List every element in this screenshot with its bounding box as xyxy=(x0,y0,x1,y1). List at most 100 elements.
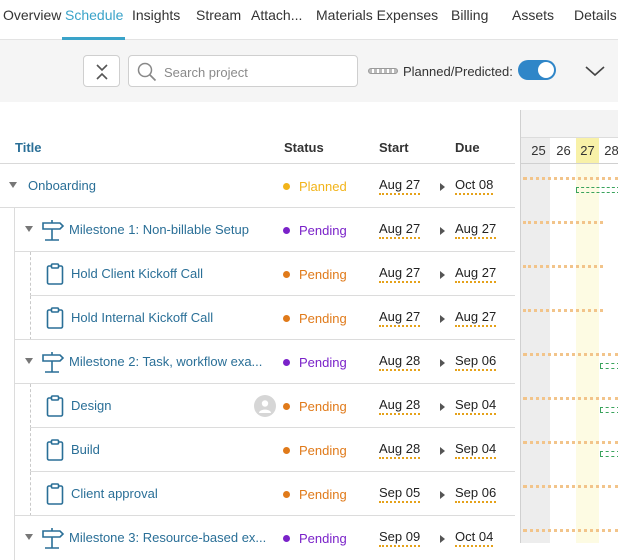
row-title[interactable]: Hold Internal Kickoff Call xyxy=(71,310,271,325)
tree-guide xyxy=(30,428,31,472)
planned-bar[interactable] xyxy=(600,407,618,413)
start-date[interactable]: Sep 09 xyxy=(379,529,421,547)
row-title[interactable]: Milestone 1: Non-billable Setup xyxy=(69,222,269,237)
table-row-task[interactable]: Design Pending Aug 28 Sep 04 xyxy=(0,384,515,428)
column-start[interactable]: Start xyxy=(379,140,409,155)
avatar[interactable] xyxy=(254,395,276,417)
predicted-track xyxy=(523,529,618,532)
table-row-milestone[interactable]: Milestone 2: Task, workflow exa... Pendi… xyxy=(0,340,515,384)
gantt-day: 26 xyxy=(556,143,571,158)
table-row-task[interactable]: Client approval Pending Sep 05 Sep 06 xyxy=(0,472,515,516)
row-title[interactable]: Client approval xyxy=(71,486,271,501)
due-date[interactable]: Sep 04 xyxy=(455,441,497,459)
status-text: Planned xyxy=(299,179,347,194)
task-clipboard-icon xyxy=(46,395,64,417)
collapse-caret-icon[interactable] xyxy=(9,182,17,188)
table-row-task[interactable]: Build Pending Aug 28 Sep 04 xyxy=(0,428,515,472)
collapse-caret-icon[interactable] xyxy=(25,534,33,540)
tab-insights[interactable]: Insights xyxy=(132,7,180,23)
planned-predicted-label: Planned/Predicted: xyxy=(403,64,513,79)
tab-stream[interactable]: Stream xyxy=(196,7,241,23)
predicted-track xyxy=(523,441,618,444)
tab-materials-expenses[interactable]: Materials Expenses xyxy=(316,7,438,23)
tab-details[interactable]: Details xyxy=(574,7,617,23)
gantt-day: 28 xyxy=(604,143,618,158)
predicted-legend-swatch xyxy=(368,68,398,74)
play-arrow-icon xyxy=(440,447,445,455)
table-row-milestone[interactable]: Milestone 1: Non-billable Setup Pending … xyxy=(0,208,515,252)
toolbar: Planned/Predicted: xyxy=(0,40,618,102)
due-date[interactable]: Aug 27 xyxy=(455,221,497,239)
tree-guide xyxy=(14,252,15,296)
gantt-month-header xyxy=(521,110,618,138)
table-row-task[interactable]: Hold Client Kickoff Call Pending Aug 27 … xyxy=(0,252,515,296)
planned-bar[interactable] xyxy=(576,187,618,193)
search-box xyxy=(128,55,358,87)
status-dot xyxy=(283,227,290,234)
play-arrow-icon xyxy=(440,359,445,367)
due-date[interactable]: Aug 27 xyxy=(455,309,497,327)
due-date[interactable]: Oct 08 xyxy=(455,177,494,195)
column-title[interactable]: Title xyxy=(15,140,42,155)
toggle-knob xyxy=(538,62,554,78)
start-date[interactable]: Sep 05 xyxy=(379,485,421,503)
start-date[interactable]: Aug 28 xyxy=(379,353,421,371)
row-title[interactable]: Design xyxy=(71,398,271,413)
schedule-grid: Title Status Start Due Onboarding Planne… xyxy=(0,102,515,560)
start-date[interactable]: Aug 27 xyxy=(379,221,421,239)
column-status[interactable]: Status xyxy=(284,140,324,155)
tree-guide xyxy=(14,208,15,252)
status-dot xyxy=(283,183,290,190)
status-text: Pending xyxy=(299,487,347,502)
tab-bar: Overview Schedule Insights Stream Attach… xyxy=(0,0,618,40)
start-date[interactable]: Aug 28 xyxy=(379,397,421,415)
collapse-caret-icon[interactable] xyxy=(25,226,33,232)
status-dot xyxy=(283,271,290,278)
weekend-shade xyxy=(521,138,550,543)
row-title[interactable]: Onboarding xyxy=(28,178,228,193)
gantt-timeline: 25 26 27 28 xyxy=(520,110,618,543)
search-input[interactable] xyxy=(164,62,349,82)
play-arrow-icon xyxy=(440,227,445,235)
table-row-milestone[interactable]: Milestone 3: Resource-based ex... Pendin… xyxy=(0,516,515,560)
row-title[interactable]: Milestone 2: Task, workflow exa... xyxy=(69,354,269,369)
due-date[interactable]: Sep 06 xyxy=(455,485,497,503)
tree-guide xyxy=(14,296,15,340)
row-title[interactable]: Build xyxy=(71,442,271,457)
collapse-all-button[interactable] xyxy=(83,55,120,87)
row-title[interactable]: Hold Client Kickoff Call xyxy=(71,266,271,281)
tree-guide xyxy=(14,428,15,472)
collapse-caret-icon[interactable] xyxy=(25,358,33,364)
table-row-task[interactable]: Hold Internal Kickoff Call Pending Aug 2… xyxy=(0,296,515,340)
due-date[interactable]: Sep 04 xyxy=(455,397,497,415)
tree-guide xyxy=(30,384,31,428)
tab-billing[interactable]: Billing xyxy=(451,7,488,23)
tab-schedule[interactable]: Schedule xyxy=(65,7,123,23)
due-date[interactable]: Aug 27 xyxy=(455,265,497,283)
planned-bar[interactable] xyxy=(600,451,618,457)
play-arrow-icon xyxy=(440,271,445,279)
tab-overview[interactable]: Overview xyxy=(3,7,61,23)
tab-attachments[interactable]: Attach... xyxy=(251,7,302,23)
start-date[interactable]: Aug 28 xyxy=(379,441,421,459)
status-dot xyxy=(283,491,290,498)
due-date[interactable]: Sep 06 xyxy=(455,353,497,371)
status-dot xyxy=(283,359,290,366)
task-clipboard-icon xyxy=(46,307,64,329)
table-row-project[interactable]: Onboarding Planned Aug 27 Oct 08 xyxy=(0,164,515,208)
milestone-signpost-icon xyxy=(42,528,65,549)
play-arrow-icon xyxy=(440,491,445,499)
tab-assets[interactable]: Assets xyxy=(512,7,554,23)
start-date[interactable]: Aug 27 xyxy=(379,177,421,195)
start-date[interactable]: Aug 27 xyxy=(379,309,421,327)
start-date[interactable]: Aug 27 xyxy=(379,265,421,283)
planned-bar[interactable] xyxy=(600,363,618,369)
chevron-down-icon[interactable] xyxy=(584,65,606,77)
status-dot xyxy=(283,535,290,542)
tree-guide xyxy=(14,384,15,428)
status-text: Pending xyxy=(299,267,347,282)
task-clipboard-icon xyxy=(46,483,64,505)
planned-predicted-toggle[interactable] xyxy=(518,60,556,80)
due-date[interactable]: Oct 04 xyxy=(455,529,494,547)
column-due[interactable]: Due xyxy=(455,140,480,155)
